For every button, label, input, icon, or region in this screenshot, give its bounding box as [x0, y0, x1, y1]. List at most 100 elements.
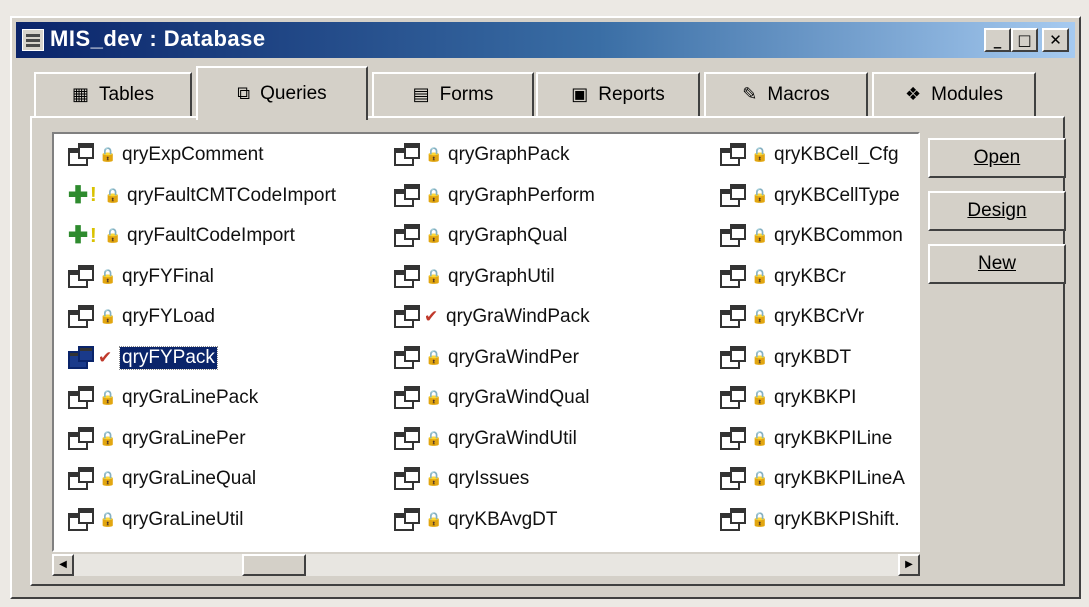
select-query-icon — [68, 426, 96, 451]
query-item[interactable]: 🔒 qryKBCrVr — [720, 300, 864, 334]
lock-icon: 🔒 — [751, 430, 769, 447]
query-item[interactable]: 🔒 qryGraLineUtil — [68, 503, 243, 537]
query-name: qryKBAvgDT — [448, 508, 558, 530]
query-item[interactable]: 🔒 qryGraWindPer — [394, 341, 579, 375]
horizontal-scrollbar[interactable]: ◀ ▶ — [52, 554, 920, 576]
scroll-left-button[interactable]: ◀ — [52, 554, 74, 576]
maximize-button[interactable]: □ — [1011, 28, 1038, 52]
lock-icon: 🔒 — [425, 268, 443, 285]
open-button[interactable]: Open — [928, 138, 1066, 178]
lock-icon: 🔒 — [751, 390, 769, 406]
design-button[interactable]: Design — [928, 191, 1066, 231]
scroll-thumb[interactable] — [242, 554, 306, 576]
checkmark-icon: ✔ — [424, 307, 439, 327]
query-item[interactable]: 🔒 qryGraphQual — [394, 219, 567, 253]
minimize-button[interactable]: _ — [984, 28, 1011, 52]
select-query-icon — [394, 345, 422, 370]
tab-queries[interactable]: ⧉ Queries — [196, 66, 368, 120]
append-query-icon: ✚ — [68, 222, 89, 249]
query-item[interactable]: 🔒 qryKBKPILineA — [720, 462, 905, 496]
tab-reports[interactable]: ▣ Reports — [536, 72, 700, 116]
query-item[interactable]: 🔒 qryKBCommon — [720, 219, 903, 253]
select-query-icon — [68, 386, 96, 410]
new-button[interactable]: New — [928, 244, 1066, 284]
select-query-icon — [720, 305, 748, 329]
scroll-right-button[interactable]: ▶ — [898, 554, 920, 576]
select-query-icon — [720, 224, 748, 248]
tab-label: Queries — [260, 83, 327, 104]
table-icon: ▦ — [72, 84, 90, 105]
query-name: qryGraWindUtil — [448, 427, 577, 449]
query-name: qryFaultCodeImport — [127, 225, 295, 246]
lock-icon: 🔒 — [99, 147, 117, 163]
query-item[interactable]: 🔒 qryGraWindQual — [394, 381, 590, 415]
tab-forms[interactable]: ▤ Forms — [372, 72, 534, 116]
query-item[interactable]: 🔒 qryKBKPI — [720, 381, 856, 415]
query-item[interactable]: ✚! 🔒 qryFaultCodeImport — [68, 219, 295, 253]
query-item[interactable]: 🔒 qryKBDT — [720, 341, 851, 375]
tab-macros[interactable]: ✎ Macros — [704, 72, 868, 116]
query-item[interactable]: 🔒 qryGraWindUtil — [394, 422, 577, 456]
lock-icon: 🔒 — [751, 511, 769, 528]
database-window-icon — [22, 29, 44, 51]
query-name: qryGraLineQual — [122, 468, 257, 489]
select-query-icon — [394, 305, 422, 329]
query-item[interactable]: 🔒 qryGraLinePer — [68, 422, 246, 456]
query-item[interactable]: 🔒 qryFYFinal — [68, 260, 214, 294]
query-item[interactable]: ✔ qryGraWindPack — [394, 300, 590, 334]
query-item[interactable]: 🔒 qryIssues — [394, 462, 529, 496]
query-item[interactable]: ✚! 🔒 qryFaultCMTCodeImport — [68, 179, 336, 213]
query-name: qryKBCell_Cfg — [774, 144, 899, 165]
close-button[interactable]: ✕ — [1042, 28, 1069, 52]
select-query-icon — [720, 345, 748, 370]
select-query-icon — [394, 143, 422, 167]
query-name: qryFYPack — [119, 345, 218, 370]
select-query-icon — [720, 143, 748, 167]
query-item[interactable]: 🔒 qryGraLinePack — [68, 381, 258, 415]
queries-panel: 🔒 qryExpComment ✚! 🔒 qryFaultCMTCodeImport ✚!… — [30, 116, 1066, 586]
tab-modules[interactable]: ❖ Modules — [872, 72, 1036, 116]
title-bar[interactable]: MIS_dev : Database _ □ ✕ — [16, 22, 1075, 58]
lock-icon: 🔒 — [99, 511, 117, 528]
select-query-icon — [720, 467, 748, 491]
query-item[interactable]: 🔒 qryGraLineQual — [68, 462, 256, 496]
query-item[interactable]: 🔒 qryGraphUtil — [394, 260, 555, 294]
query-name: qryKBKPIShift. — [774, 508, 900, 530]
query-name: qryIssues — [448, 468, 530, 489]
query-name: qryFYLoad — [122, 306, 215, 327]
query-item[interactable]: 🔒 qryKBKPIShift. — [720, 503, 900, 537]
select-query-icon — [720, 386, 748, 410]
select-query-icon — [394, 426, 422, 451]
select-query-icon — [720, 183, 748, 208]
database-window: MIS_dev : Database _ □ ✕ ▦ Tables ⧉ Quer… — [10, 16, 1081, 599]
query-item[interactable]: 🔒 qryKBCellType — [720, 179, 900, 213]
lock-icon: 🔒 — [425, 511, 443, 528]
query-item[interactable]: 🔒 qryFYLoad — [68, 300, 215, 334]
query-item[interactable]: 🔒 qryKBCell_Cfg — [720, 138, 899, 172]
query-name: qryKBDT — [774, 346, 852, 368]
query-item[interactable]: 🔒 qryExpComment — [68, 138, 264, 172]
query-item[interactable]: 🔒 qryGraphPerform — [394, 179, 595, 213]
query-name: qryKBCrVr — [774, 306, 865, 327]
lock-icon: 🔒 — [425, 430, 443, 447]
query-item[interactable]: 🔒 qryKBCr — [720, 260, 846, 294]
query-name: qryKBKPILineA — [774, 468, 905, 489]
select-query-icon — [394, 507, 422, 532]
query-item[interactable]: ✔ qryFYPack — [68, 341, 218, 375]
query-item[interactable]: 🔒 qryKBAvgDT — [394, 503, 557, 537]
query-name: qryGraphUtil — [448, 265, 555, 287]
lock-icon: 🔒 — [104, 187, 122, 204]
lock-icon: 🔒 — [751, 268, 769, 285]
select-query-icon — [68, 507, 96, 532]
append-query-icon: ✚ — [68, 181, 89, 209]
query-name: qryGraphPerform — [448, 184, 595, 206]
query-item[interactable]: 🔒 qryKBKPILine — [720, 422, 892, 456]
query-item[interactable]: 🔒 qryGraphPack — [394, 138, 569, 172]
lock-icon: 🔒 — [99, 430, 117, 447]
lock-icon: 🔒 — [425, 228, 443, 244]
tab-tables[interactable]: ▦ Tables — [34, 72, 192, 116]
query-icon: ⧉ — [237, 83, 251, 104]
query-list[interactable]: 🔒 qryExpComment ✚! 🔒 qryFaultCMTCodeImport ✚!… — [52, 132, 920, 552]
query-name: qryGraWindPer — [448, 346, 579, 368]
query-name: qryKBCr — [774, 265, 846, 287]
